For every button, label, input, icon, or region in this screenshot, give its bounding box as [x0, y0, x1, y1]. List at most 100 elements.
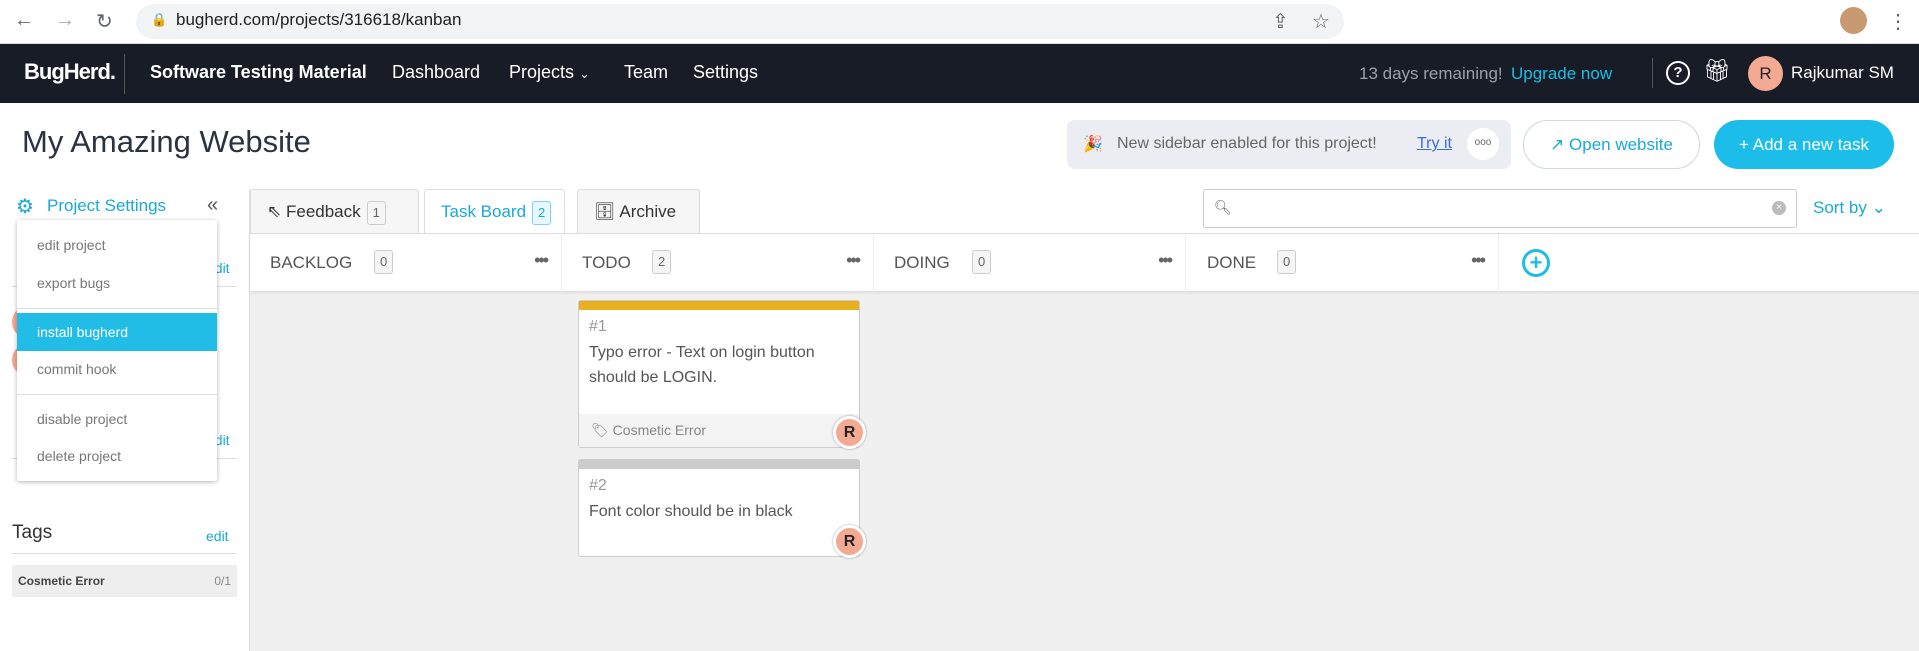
project-settings-menu: edit project export bugs install bugherd…	[17, 220, 217, 481]
divider	[1652, 58, 1653, 88]
menu-delete-project[interactable]: delete project	[17, 437, 217, 475]
menu-export-bugs[interactable]: export bugs	[17, 264, 217, 302]
divider	[124, 54, 125, 94]
card-text: Font color should be in black	[589, 503, 793, 520]
tab-label: Feedback	[285, 202, 361, 221]
divider	[17, 308, 217, 309]
column-headers: BACKLOG 0 ••• TODO 2 ••• DOING 0 ••• DONE 0 ••• …	[250, 233, 1919, 292]
archive-icon: 🗄︎	[594, 202, 616, 221]
column-doing: DOING 0 •••	[874, 234, 1186, 292]
tab-count: 2	[532, 200, 552, 225]
card-footer: 🏷︎ Cosmetic Error	[579, 414, 859, 447]
column-menu-icon[interactable]: •••	[1158, 250, 1173, 271]
nav-dashboard[interactable]: Dashboard	[392, 62, 480, 83]
sort-by-dropdown[interactable]: Sort by ⌄	[1813, 198, 1886, 218]
column-menu-icon[interactable]: •••	[534, 250, 549, 271]
sort-label: Sort by	[1813, 198, 1867, 217]
project-settings-link[interactable]: Project Settings	[47, 196, 166, 216]
nav-projects-label: Projects	[509, 62, 575, 82]
search-input[interactable]: 🔍︎ ×	[1203, 189, 1797, 228]
menu-install-bugherd[interactable]: install bugherd	[17, 313, 217, 351]
open-website-button[interactable]: ↗ Open website	[1523, 120, 1700, 169]
profile-avatar[interactable]	[1840, 7, 1867, 34]
nav-team[interactable]: Team	[624, 62, 668, 83]
clear-icon[interactable]: ×	[1772, 201, 1786, 215]
gift-icon[interactable]: 🎁︎	[1703, 58, 1731, 84]
user-avatar[interactable]: R	[1748, 56, 1783, 91]
tab-feedback[interactable]: ⇖ Feedback 1	[250, 189, 419, 234]
tab-label: Archive	[619, 202, 677, 221]
lock-icon: 🔒	[151, 12, 168, 27]
upgrade-link[interactable]: Upgrade now	[1511, 64, 1612, 84]
more-icon[interactable]: ooo	[1467, 128, 1499, 160]
column-menu-icon[interactable]: •••	[1471, 250, 1486, 271]
column-name: TODO	[582, 253, 631, 272]
bookmark-star-icon[interactable]: ☆	[1312, 9, 1330, 34]
try-it-link[interactable]: Try it	[1417, 135, 1452, 153]
column-name: DONE	[1207, 253, 1257, 272]
task-card[interactable]: #2 Font color should be in black R	[578, 459, 866, 558]
assignee-avatar[interactable]: R	[833, 416, 866, 449]
user-name[interactable]: Rajkumar SM	[1791, 63, 1894, 83]
top-nav: BugHerd. Software Testing Material Dashb…	[0, 44, 1919, 103]
nav-settings[interactable]: Settings	[693, 62, 758, 83]
search-icon: 🔍︎	[1214, 199, 1232, 215]
column-done: DONE 0 •••	[1187, 234, 1499, 292]
page-title: My Amazing Website	[22, 124, 311, 159]
column-count: 0	[374, 250, 394, 274]
collapse-sidebar-icon[interactable]: «	[207, 194, 218, 217]
task-card[interactable]: #1 Typo error - Text on login button sho…	[578, 300, 866, 449]
menu-edit-project[interactable]: edit project	[17, 226, 217, 264]
browser-toolbar: ← → ↻ 🔒 bugherd.com/projects/316618/kanb…	[0, 0, 1919, 44]
card-text: Typo error - Text on login button should…	[589, 344, 815, 386]
new-sidebar-banner: 🎉 New sidebar enabled for this project! …	[1067, 120, 1511, 169]
column-count: 0	[972, 250, 992, 274]
chevron-down-icon: ⌄	[579, 66, 590, 81]
forward-icon[interactable]: →	[55, 9, 75, 32]
nav-projects[interactable]: Projects ⌄	[509, 62, 590, 83]
search-field[interactable]	[1236, 196, 1756, 222]
assignee-avatar[interactable]: R	[833, 525, 866, 558]
menu-disable-project[interactable]: disable project	[17, 400, 217, 438]
add-column-icon[interactable]: +	[1522, 249, 1550, 277]
bugherd-logo[interactable]: BugHerd.	[24, 59, 116, 85]
add-task-button[interactable]: + Add a new task	[1714, 120, 1894, 169]
divider	[17, 394, 217, 395]
back-icon[interactable]: ←	[14, 9, 34, 32]
tag-count: 0/1	[214, 574, 231, 588]
tags-title: Tags	[12, 522, 53, 543]
tag-row[interactable]: Cosmetic Error 0/1	[12, 565, 237, 597]
column-count: 2	[652, 250, 672, 274]
trial-text: 13 days remaining!	[1359, 64, 1503, 83]
project-name[interactable]: Software Testing Material	[150, 62, 367, 83]
column-count: 0	[1277, 250, 1297, 274]
card-status-bar	[579, 301, 859, 310]
divider	[12, 553, 237, 554]
tag-name: Cosmetic Error	[18, 574, 105, 588]
card-id: #1	[589, 318, 607, 335]
tab-archive[interactable]: 🗄︎ Archive	[577, 189, 700, 234]
more-vert-icon[interactable]: ⋮	[1888, 9, 1908, 34]
column-menu-icon[interactable]: •••	[846, 250, 861, 271]
column-name: BACKLOG	[270, 253, 353, 272]
column-name: DOING	[894, 253, 950, 272]
reload-icon[interactable]: ↻	[96, 9, 113, 34]
gear-icon[interactable]: ⚙	[16, 194, 34, 219]
menu-commit-hook[interactable]: commit hook	[17, 350, 217, 388]
share-icon[interactable]: ⇪	[1272, 9, 1289, 34]
card-tag: Cosmetic Error	[612, 422, 707, 438]
cursor-icon: ⇖	[267, 202, 282, 221]
tab-label: Task Board	[441, 202, 527, 221]
tab-task-board[interactable]: Task Board 2	[424, 189, 565, 235]
column-todo: TODO 2 •••	[562, 234, 874, 292]
card-status-bar	[579, 460, 859, 469]
open-website-label: Open website	[1569, 135, 1673, 154]
tags-edit-link[interactable]: edit	[206, 528, 229, 544]
column-backlog: BACKLOG 0 •••	[250, 234, 562, 292]
tab-count: 1	[366, 200, 386, 225]
card-id: #2	[589, 477, 607, 494]
url-text[interactable]: bugherd.com/projects/316618/kanban	[176, 10, 461, 30]
banner-text: New sidebar enabled for this project!	[1117, 135, 1377, 152]
party-icon: 🎉	[1083, 136, 1103, 153]
help-icon[interactable]: ?	[1666, 61, 1690, 85]
